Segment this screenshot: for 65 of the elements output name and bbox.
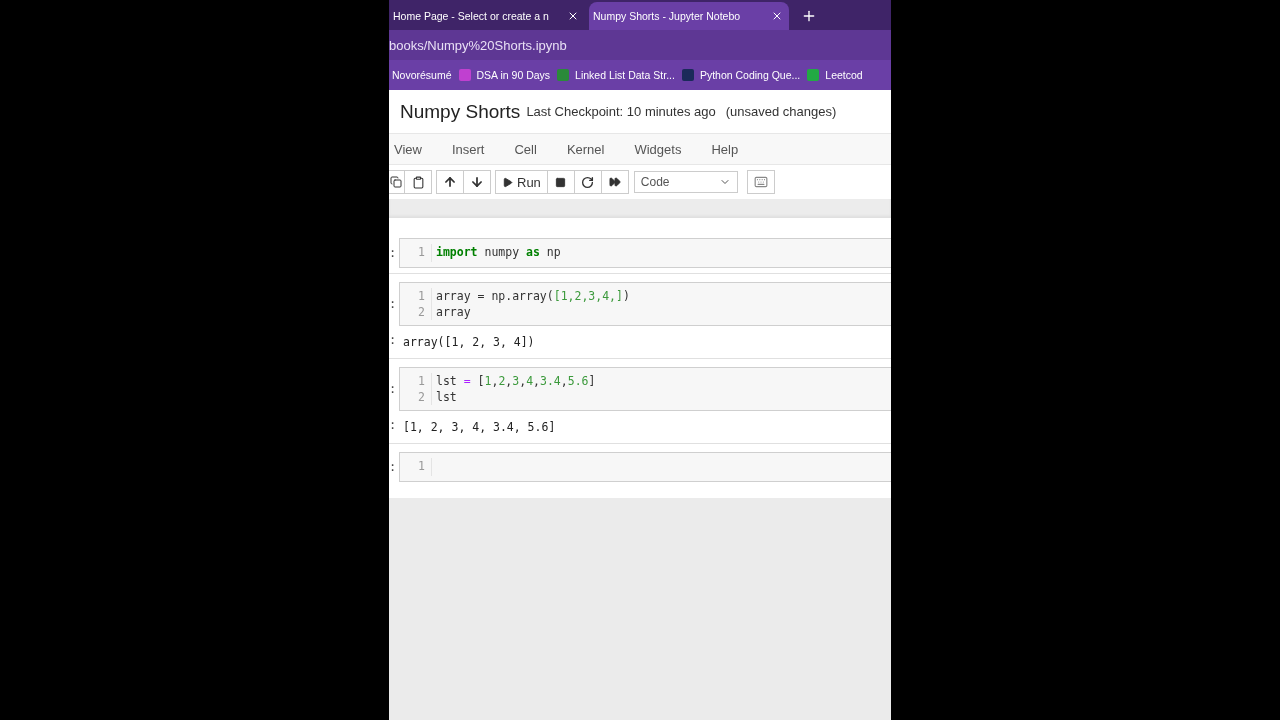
play-icon (502, 176, 513, 188)
line-number: 2 (418, 304, 425, 320)
browser-tab[interactable]: Home Page - Select or create a n (389, 2, 585, 30)
cell-prompt: : (389, 297, 398, 311)
cell-prompt: : (389, 246, 398, 260)
bookmark[interactable]: Linked List Data Str... (557, 69, 675, 81)
keyboard-button[interactable] (746, 170, 775, 194)
bookmark[interactable]: DSA in 90 Days (458, 69, 551, 81)
menu-item[interactable]: Kernel (566, 141, 605, 157)
save-status: (unsaved changes) (725, 104, 837, 119)
run-button[interactable]: Run (495, 170, 548, 194)
restart-button[interactable] (573, 170, 602, 194)
run-all-button[interactable] (600, 170, 629, 194)
output-prompt: : (389, 417, 398, 432)
code-cell[interactable]: 1 2 array = np.array([1,2,3,4,]) array (399, 282, 891, 326)
menu-item[interactable]: Cell (514, 141, 537, 157)
copy-button[interactable] (389, 170, 405, 194)
copy-icon (390, 176, 402, 188)
cell-output: array([1, 2, 3, 4]) (402, 334, 535, 351)
cell-prompt: : (389, 382, 398, 396)
code-line: array (436, 304, 472, 320)
code-line: lst = [1,2,3,4,3.4,5.6] (436, 373, 596, 389)
bookmark-icon (557, 69, 570, 81)
line-number: 2 (418, 389, 425, 405)
code-cell[interactable]: 1 import numpy as np (399, 238, 891, 268)
checkpoint-text: Last Checkpoint: 10 minutes ago (526, 104, 716, 119)
line-number: 1 (418, 244, 425, 260)
move-up-button[interactable] (436, 170, 464, 194)
bookmark-icon (458, 69, 471, 81)
paste-button[interactable] (404, 170, 432, 194)
code-line: array = np.array([1,2,3,4,]) (436, 288, 630, 304)
cell-prompt: : (389, 460, 398, 474)
arrow-up-icon (443, 175, 457, 189)
bookmark-icon (807, 69, 820, 81)
menu-item[interactable]: Help (711, 141, 739, 157)
code-cell[interactable]: 1 2 lst = [1,2,3,4,3.4,5.6] lst (399, 367, 891, 411)
notebook-title[interactable]: Numpy Shorts (400, 100, 521, 123)
menu-item[interactable]: Widgets (634, 141, 682, 157)
square-icon (555, 176, 567, 188)
menu-item[interactable]: Insert (451, 141, 485, 157)
refresh-icon (581, 175, 595, 189)
address-text[interactable]: books/Numpy%20Shorts.ipynb (389, 37, 567, 53)
browser-tab[interactable]: Numpy Shorts - Jupyter Notebo (589, 2, 789, 30)
new-tab-icon[interactable] (801, 8, 817, 24)
close-icon[interactable] (771, 10, 783, 22)
stop-button[interactable] (546, 170, 575, 194)
code-line: import numpy as np (436, 244, 561, 260)
output-prompt: : (389, 332, 398, 347)
clipboard-icon (411, 175, 425, 189)
line-number: 1 (418, 373, 425, 389)
bookmark[interactable]: Python Coding Que... (681, 69, 801, 81)
fast-forward-icon (608, 176, 621, 188)
close-icon[interactable] (567, 10, 579, 22)
keyboard-icon (753, 175, 768, 189)
bookmark[interactable]: Leetcod (807, 69, 863, 81)
move-down-button[interactable] (463, 170, 491, 194)
bookmark-icon (681, 69, 694, 81)
cell-type-dropdown[interactable]: Code (633, 171, 738, 193)
arrow-down-icon (470, 175, 484, 189)
line-number: 1 (418, 288, 425, 304)
cell-output: [1, 2, 3, 4, 3.4, 5.6] (402, 419, 556, 436)
code-line: lst (436, 389, 458, 405)
bookmark[interactable]: Novorésumé (392, 69, 452, 81)
line-number: 1 (418, 458, 425, 474)
menu-item[interactable]: View (394, 141, 422, 157)
